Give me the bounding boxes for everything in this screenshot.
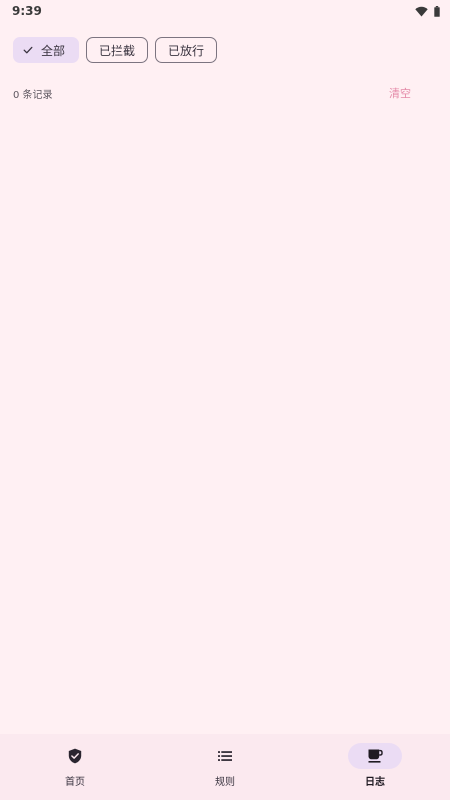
nav-label: 规则 <box>215 777 235 788</box>
record-count: 0 条记录 <box>13 89 53 101</box>
nav-item-rules[interactable]: 规则 <box>170 734 280 800</box>
nav-icon-container <box>348 743 402 769</box>
status-time: 9:39 <box>12 4 42 18</box>
nav-icon-container <box>198 743 252 769</box>
filter-chip-all[interactable]: 全部 <box>13 37 80 63</box>
bottom-navigation: 首页 规则 日志 <box>0 734 450 800</box>
chip-label: 全部 <box>41 43 66 58</box>
filter-chips: 全部 已拦截 已放行 <box>13 37 218 63</box>
nav-label: 日志 <box>365 777 385 788</box>
chip-label: 已放行 <box>168 43 205 58</box>
wifi-icon <box>415 6 428 16</box>
nav-item-home[interactable]: 首页 <box>20 734 130 800</box>
chip-label: 已拦截 <box>99 43 136 58</box>
log-screen: 9:39 全部 已拦截 已放行 0 条记录 清空 首页 规则 日志 <box>0 0 450 800</box>
nav-item-logs[interactable]: 日志 <box>320 734 430 800</box>
check-icon <box>23 46 33 54</box>
filter-chip-blocked[interactable]: 已拦截 <box>86 37 149 63</box>
records-header: 0 条记录 清空 <box>13 85 423 101</box>
status-icons <box>415 5 440 17</box>
status-bar: 9:39 <box>0 0 450 22</box>
nav-label: 首页 <box>65 777 85 788</box>
coffee-cup-icon <box>368 749 383 763</box>
nav-icon-container <box>48 743 102 769</box>
shield-check-icon <box>68 748 82 764</box>
clear-button[interactable]: 清空 <box>389 85 411 101</box>
battery-icon <box>434 5 440 17</box>
filter-chip-allowed[interactable]: 已放行 <box>155 37 218 63</box>
list-icon <box>218 751 232 761</box>
